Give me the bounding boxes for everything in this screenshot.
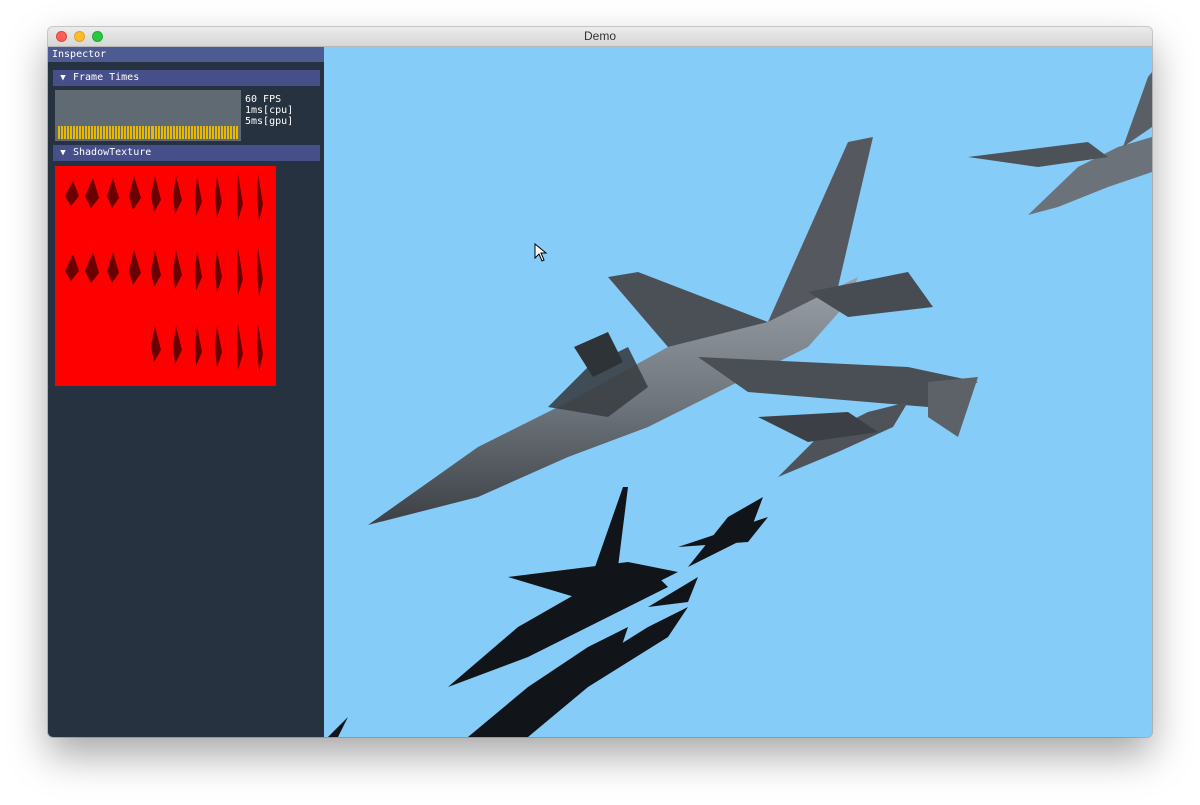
fps-value: 60 FPS — [245, 94, 282, 105]
collapse-arrow-icon: ▼ — [60, 148, 66, 158]
window-title: Demo — [583, 29, 616, 43]
title-bar[interactable]: Demo — [48, 27, 1152, 47]
gpu-time-value: 5ms[gpu] — [245, 116, 294, 127]
shadow-jet-small — [758, 402, 908, 477]
frame-time-plot[interactable] — [55, 90, 241, 141]
cpu-time-value: 1ms[cpu] — [245, 105, 294, 116]
jet-cluster — [328, 487, 768, 737]
frame-times-label: Frame Times — [73, 72, 140, 83]
main-jet — [368, 137, 978, 525]
shadow-texture-label: ShadowTexture — [73, 147, 152, 158]
inspector-panel[interactable]: Inspector ▼ Frame Times 60 FPS 1ms[cpu] 5… — [48, 47, 324, 737]
shadow-texture-header[interactable]: ▼ ShadowTexture — [53, 145, 320, 161]
mouse-cursor-icon — [534, 243, 548, 262]
collapse-arrow-icon: ▼ — [60, 73, 66, 83]
render-viewport[interactable]: Inspector ▼ Frame Times 60 FPS 1ms[cpu] 5… — [48, 47, 1152, 737]
shadow-texture-image — [55, 166, 276, 386]
frame-stats: 60 FPS 1ms[cpu] 5ms[gpu] — [245, 94, 293, 127]
frame-times-header[interactable]: ▼ Frame Times — [53, 70, 320, 86]
app-window: Demo Inspector ▼ Frame Times 60 FPS 1ms[… — [48, 27, 1152, 737]
inspector-title[interactable]: Inspector — [48, 47, 324, 62]
distant-jet — [968, 72, 1152, 215]
frame-time-bars — [58, 126, 238, 139]
shadow-silhouettes — [65, 174, 263, 372]
